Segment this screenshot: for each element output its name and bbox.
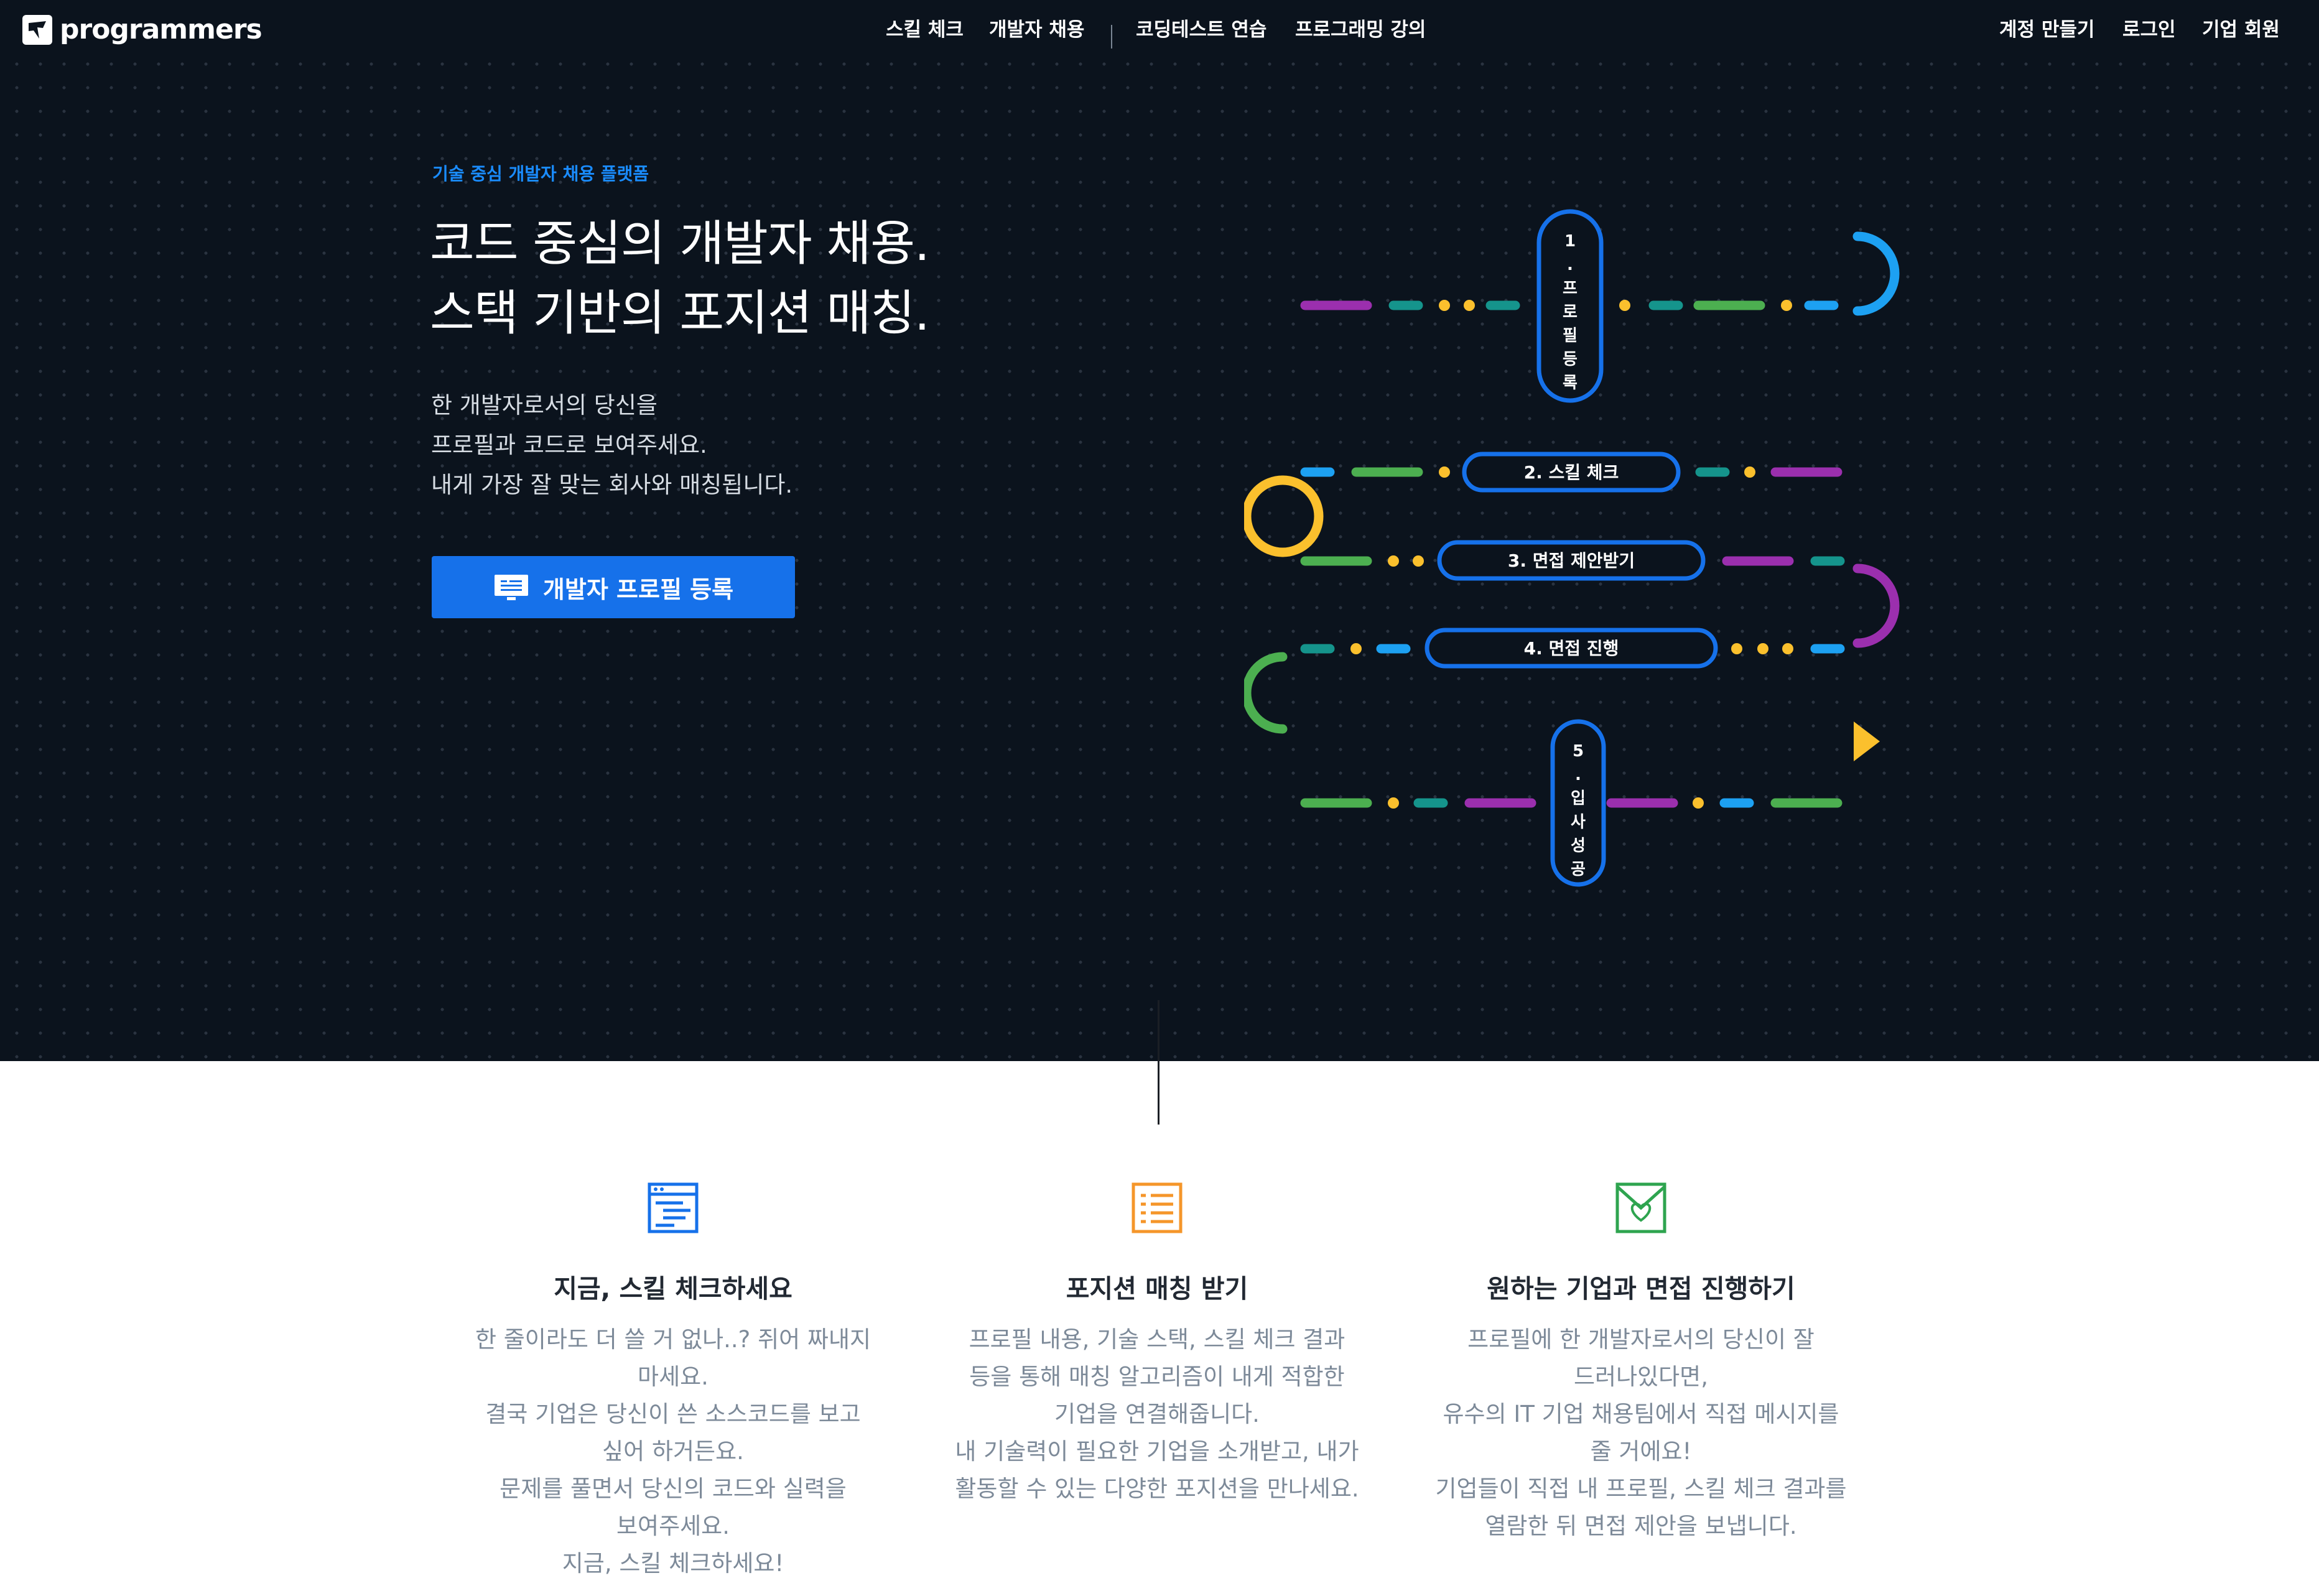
desc-line: 싶어 하거든요. (602, 1438, 744, 1465)
nav-programming-lectures[interactable]: 프로그래밍 강의 (1295, 14, 1426, 42)
feature-description: 한 줄이라도 더 쓸 거 없나..? 쥐어 짜내지 마세요. 결국 기업은 당신… (455, 1321, 891, 1582)
desc-line: 줄 거에요! (1590, 1438, 1692, 1465)
lede-line-1: 한 개발자로서의 당신을 (431, 392, 658, 419)
nav-coding-test-practice[interactable]: 코딩테스트 연습 (1136, 14, 1266, 42)
finish-arrow-icon (1854, 721, 1880, 761)
step-char: 5 (1573, 742, 1584, 761)
step-char: 로 (1563, 303, 1578, 322)
nav-developer-hiring[interactable]: 개발자 채용 (989, 14, 1084, 42)
feature-interview: 원하는 기업과 면접 진행하기 프로필에 한 개발자로서의 당신이 잘 드러나있… (1423, 1182, 1859, 1545)
desc-line: 마세요. (638, 1363, 709, 1390)
desc-line: 드러나있다면, (1573, 1363, 1708, 1390)
nav-login[interactable]: 로그인 (2122, 14, 2176, 42)
step-char: 성 (1571, 837, 1586, 855)
lede-line-3: 내게 가장 잘 맞는 회사와 매칭됩니다. (431, 471, 793, 498)
desc-line: 기업들이 직접 내 프로필, 스킬 체크 결과를 (1435, 1475, 1847, 1502)
heart-envelope-icon (1615, 1182, 1666, 1233)
feature-skill-check: 지금, 스킬 체크하세요 한 줄이라도 더 쓸 거 없나..? 쥐어 짜내지 마… (455, 1182, 891, 1582)
desc-line: 프로필에 한 개발자로서의 당신이 잘 (1467, 1326, 1815, 1353)
hiring-process-diagram: 1. 프로필등록 2. 스킬 체크 3. 면접 제안받기 4. 면접 진행 5. 입… (1244, 209, 1900, 887)
headline-line-1: 코드 중심의 개발자 채용. (430, 216, 930, 272)
nav-skill-check[interactable]: 스킬 체크 (886, 14, 964, 42)
section-divider-line (1158, 1000, 1160, 1125)
step-char: 사 (1571, 813, 1586, 832)
hero-description: 한 개발자로서의 당신을 프로필과 코드로 보여주세요. 내게 가장 잘 맞는 … (431, 386, 792, 505)
code-window-icon (648, 1182, 699, 1233)
feature-title: 지금, 스킬 체크하세요 (554, 1274, 792, 1304)
step-char: 프 (1563, 279, 1578, 298)
step-char: . (1567, 256, 1573, 274)
desc-line: 보여주세요. (616, 1513, 730, 1539)
step-2-label: 2. 스킬 체크 (1524, 462, 1619, 483)
step-3-label: 3. 면접 제안받기 (1508, 550, 1635, 571)
checklist-icon (1132, 1182, 1183, 1233)
desc-line: 지금, 스킬 체크하세요! (562, 1550, 784, 1577)
desc-line: 내 기술력이 필요한 기업을 소개받고, 내가 (955, 1438, 1359, 1465)
profile-card-icon (494, 575, 528, 600)
desc-line: 프로필 내용, 기술 스택, 스킬 체크 결과 (969, 1326, 1345, 1353)
step-char: 필 (1563, 327, 1578, 345)
feature-title: 원하는 기업과 면접 진행하기 (1487, 1274, 1795, 1304)
feature-title: 포지션 매칭 받기 (1066, 1274, 1248, 1304)
brand-logo[interactable]: programmers (22, 14, 263, 45)
step-char: 공 (1571, 860, 1586, 879)
nav-business-member[interactable]: 기업 회원 (2202, 14, 2280, 42)
step-char: . (1575, 766, 1581, 784)
feature-description: 프로필 내용, 기술 스택, 스킬 체크 결과 등을 통해 매칭 알고리즘이 내… (939, 1321, 1375, 1508)
desc-line: 활동할 수 있는 다양한 포지션을 만나세요. (955, 1475, 1359, 1502)
step-char: 록 (1563, 374, 1578, 392)
desc-line: 한 줄이라도 더 쓸 거 없나..? 쥐어 짜내지 (475, 1326, 871, 1353)
logo-icon (22, 14, 52, 45)
top-navigation: programmers 스킬 체크 개발자 채용 코딩테스트 연습 프로그래밍 … (0, 0, 2319, 62)
feature-position-matching: 포지션 매칭 받기 프로필 내용, 기술 스택, 스킬 체크 결과 등을 통해 … (939, 1182, 1375, 1508)
lede-line-2: 프로필과 코드로 보여주세요. (431, 432, 707, 458)
headline-line-2: 스택 기반의 포지션 매칭. (430, 285, 930, 341)
hero-headline: 코드 중심의 개발자 채용. 스택 기반의 포지션 매칭. (430, 209, 930, 348)
nav-create-account[interactable]: 계정 만들기 (1999, 14, 2094, 42)
nav-divider (1111, 25, 1112, 49)
desc-line: 문제를 풀면서 당신의 코드와 실력을 (500, 1475, 847, 1502)
brand-name: programmers (60, 14, 263, 45)
desc-line: 기업을 연결해줍니다. (1054, 1401, 1260, 1427)
step-char: 1 (1564, 232, 1576, 251)
hero-section: programmers 스킬 체크 개발자 채용 코딩테스트 연습 프로그래밍 … (0, 0, 2319, 1061)
desc-line: 결국 기업은 당신이 쓴 소스코드를 보고 (485, 1401, 861, 1427)
register-profile-label: 개발자 프로필 등록 (542, 575, 734, 603)
register-profile-button[interactable]: 개발자 프로필 등록 (432, 556, 795, 618)
desc-line: 열람한 뒤 면접 제안을 보냅니다. (1485, 1513, 1797, 1539)
step-char: 입 (1571, 789, 1586, 808)
step-char: 등 (1563, 350, 1578, 369)
desc-line: 등을 통해 매칭 알고리즘이 내게 적합한 (969, 1363, 1345, 1390)
hero-eyebrow: 기술 중심 개발자 채용 플랫폼 (432, 164, 649, 184)
step-4-label: 4. 면접 진행 (1524, 638, 1619, 659)
feature-description: 프로필에 한 개발자로서의 당신이 잘 드러나있다면, 유수의 IT 기업 채용… (1423, 1321, 1859, 1545)
desc-line: 유수의 IT 기업 채용팀에서 직접 메시지를 (1443, 1401, 1839, 1427)
